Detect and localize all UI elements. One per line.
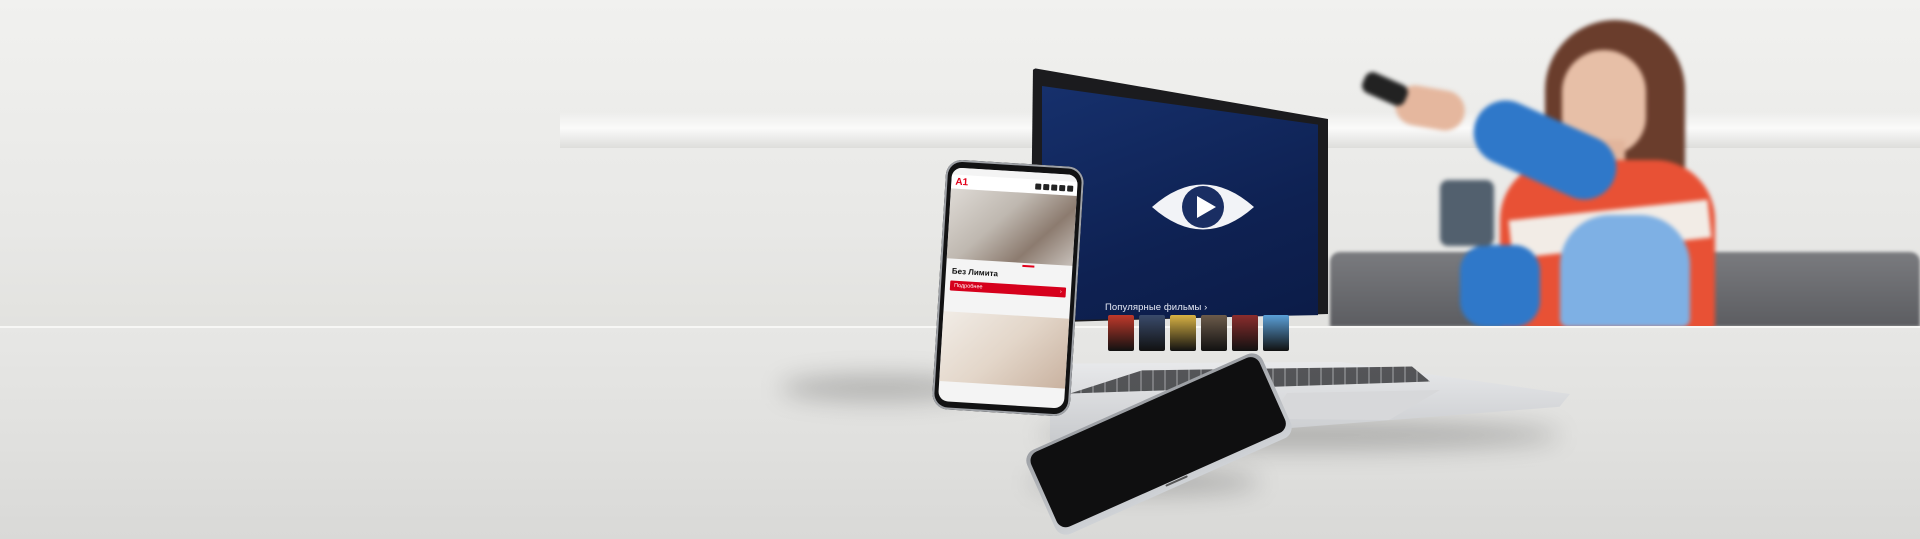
movie-thumb[interactable] <box>1170 315 1196 351</box>
movie-thumb[interactable] <box>1139 315 1165 351</box>
popular-films-label[interactable]: Популярные фильмы › <box>1105 302 1207 313</box>
movie-thumb[interactable] <box>1232 315 1258 351</box>
tv-remote <box>1359 69 1411 109</box>
cart-icon[interactable] <box>1051 184 1058 191</box>
mug <box>1440 180 1494 246</box>
search-icon[interactable] <box>1035 183 1042 190</box>
details-button-label: Подробнее <box>953 282 983 291</box>
chevron-right-icon: › <box>1059 289 1063 296</box>
phone-upright: A1 Без Лимита Подробнее › <box>931 159 1085 417</box>
hero-photo <box>946 188 1077 266</box>
eye-play-icon[interactable] <box>1150 170 1256 244</box>
arm-lower <box>1460 245 1540 327</box>
header-icons <box>1035 183 1074 192</box>
movie-thumbnails <box>1108 315 1291 354</box>
leg <box>1560 215 1690 327</box>
a1-logo[interactable]: A1 <box>955 176 968 188</box>
chat-icon[interactable] <box>1043 183 1050 191</box>
movie-thumb[interactable] <box>1201 315 1227 351</box>
phone-screen: A1 Без Лимита Подробнее › <box>937 167 1079 409</box>
movie-thumb[interactable] <box>1108 315 1134 351</box>
second-photo <box>939 311 1070 389</box>
user-icon[interactable] <box>1059 184 1066 192</box>
movie-thumb[interactable] <box>1263 315 1289 351</box>
menu-icon[interactable] <box>1067 185 1074 192</box>
